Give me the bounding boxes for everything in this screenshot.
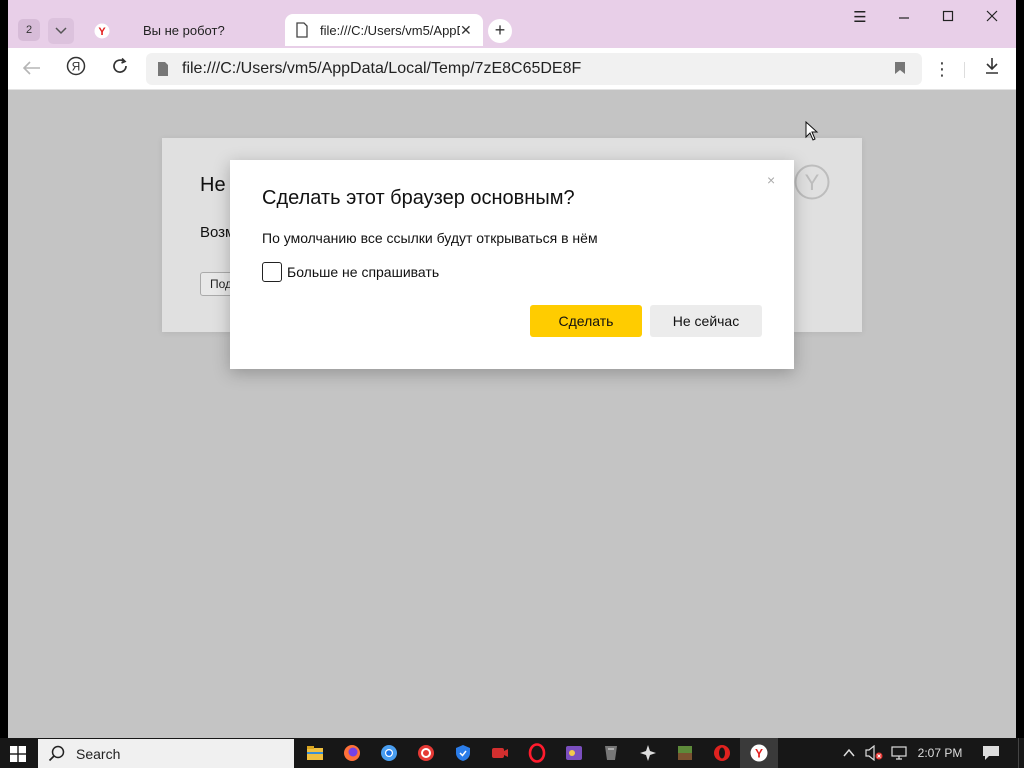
address-url[interactable]: file:///C:/Users/vm5/AppData/Local/Temp/… xyxy=(182,60,581,78)
card-title: Не xyxy=(200,174,226,196)
dialog-description: По умолчанию все ссылки будут открыватьс… xyxy=(262,230,598,246)
opera-gx-icon[interactable] xyxy=(712,743,732,763)
taskbar-search[interactable]: Search xyxy=(38,739,294,768)
tab-file[interactable]: file:///C:/Users/vm5/AppData/Local/Temp/… xyxy=(285,14,483,46)
download-icon xyxy=(986,58,998,74)
new-tab-button[interactable]: + xyxy=(488,19,512,43)
not-now-button[interactable]: Не сейчас xyxy=(650,305,762,337)
document-icon xyxy=(296,22,308,38)
maximize-button[interactable] xyxy=(936,8,960,28)
browser-window: 2 Y Вы не робот? file:///C:/Users/vm5/Ap… xyxy=(8,0,1016,738)
back-arrow-icon xyxy=(22,61,40,75)
volume-muted-icon[interactable] xyxy=(864,745,884,761)
tab-title: file:///C:/Users/vm5/AppData/Local/Temp/… xyxy=(320,23,460,38)
notifications-icon[interactable] xyxy=(982,745,1000,761)
page-info-icon xyxy=(158,62,168,76)
svg-text:Я: Я xyxy=(72,60,81,74)
dont-ask-checkbox[interactable] xyxy=(262,262,282,282)
more-menu-icon[interactable]: ⋮ xyxy=(928,56,956,82)
browser-toolbar: Я file:///C:/Users/vm5/AppData/Local/Tem… xyxy=(8,48,1016,90)
bookmark-icon[interactable] xyxy=(894,61,906,75)
toolbar-divider xyxy=(964,62,965,78)
tab-captcha[interactable]: Y Вы не робот? xyxy=(88,14,278,46)
yandex-logo-icon: Я xyxy=(66,56,86,76)
search-icon xyxy=(48,745,65,762)
show-desktop-button[interactable] xyxy=(1018,738,1024,768)
reload-button[interactable] xyxy=(106,56,134,82)
taskbar-clock[interactable]: 2:07 PM xyxy=(916,738,964,768)
firefox-icon[interactable] xyxy=(342,743,362,763)
network-icon[interactable] xyxy=(889,745,909,761)
yandex-browser-icon[interactable]: Y xyxy=(749,743,769,763)
file-explorer-icon[interactable] xyxy=(305,743,325,763)
svg-text:Y: Y xyxy=(755,747,763,761)
tab-count-badge[interactable]: 2 xyxy=(18,19,40,41)
hamburger-menu-icon[interactable]: ☰ xyxy=(848,8,872,28)
opera-icon[interactable] xyxy=(527,743,547,763)
dont-ask-label[interactable]: Больше не спрашивать xyxy=(287,264,439,280)
video-app-icon[interactable] xyxy=(490,743,510,763)
yandex-button[interactable]: Я xyxy=(62,56,90,82)
download-button[interactable] xyxy=(978,56,1006,82)
minimize-button[interactable] xyxy=(892,8,916,28)
minecraft-icon[interactable] xyxy=(675,743,695,763)
start-button[interactable] xyxy=(0,738,36,768)
tab-strip: 2 Y Вы не робот? file:///C:/Users/vm5/Ap… xyxy=(8,0,1016,48)
red-app-icon[interactable] xyxy=(416,743,436,763)
wot-icon[interactable] xyxy=(601,743,621,763)
search-placeholder: Search xyxy=(76,746,121,762)
address-bar[interactable]: file:///C:/Users/vm5/AppData/Local/Temp/… xyxy=(146,53,922,85)
cross-app-icon[interactable] xyxy=(638,743,658,763)
yandex-favicon-icon: Y xyxy=(94,23,110,39)
windows-taskbar: Search Y 2:07 PM xyxy=(0,738,1024,768)
defender-icon[interactable] xyxy=(453,743,473,763)
game-app-icon[interactable] xyxy=(564,743,584,763)
chevron-up-icon[interactable] xyxy=(842,747,856,759)
tab-title: Вы не робот? xyxy=(143,23,225,38)
dialog-title: Сделать этот браузер основным? xyxy=(262,187,575,209)
windows-logo-icon xyxy=(10,746,26,762)
make-default-button[interactable]: Сделать xyxy=(530,305,642,337)
svg-text:Y: Y xyxy=(98,26,106,38)
tab-close-icon[interactable]: ✕ xyxy=(460,23,472,37)
reload-icon xyxy=(113,57,127,73)
mouse-cursor-icon xyxy=(805,121,819,141)
close-window-button[interactable] xyxy=(980,8,1004,28)
page-content: Не Возм Под Y × Сделать этот браузер осн… xyxy=(8,90,1016,738)
dialog-close-icon[interactable]: × xyxy=(767,172,775,188)
yandex-watermark-icon: Y xyxy=(794,164,830,200)
svg-text:Y: Y xyxy=(805,170,820,195)
chevron-down-icon xyxy=(55,27,67,35)
tab-list-button[interactable] xyxy=(48,18,74,44)
default-browser-dialog: × Сделать этот браузер основным? По умол… xyxy=(230,160,794,369)
back-button[interactable] xyxy=(18,56,46,82)
chrome-icon[interactable] xyxy=(379,743,399,763)
